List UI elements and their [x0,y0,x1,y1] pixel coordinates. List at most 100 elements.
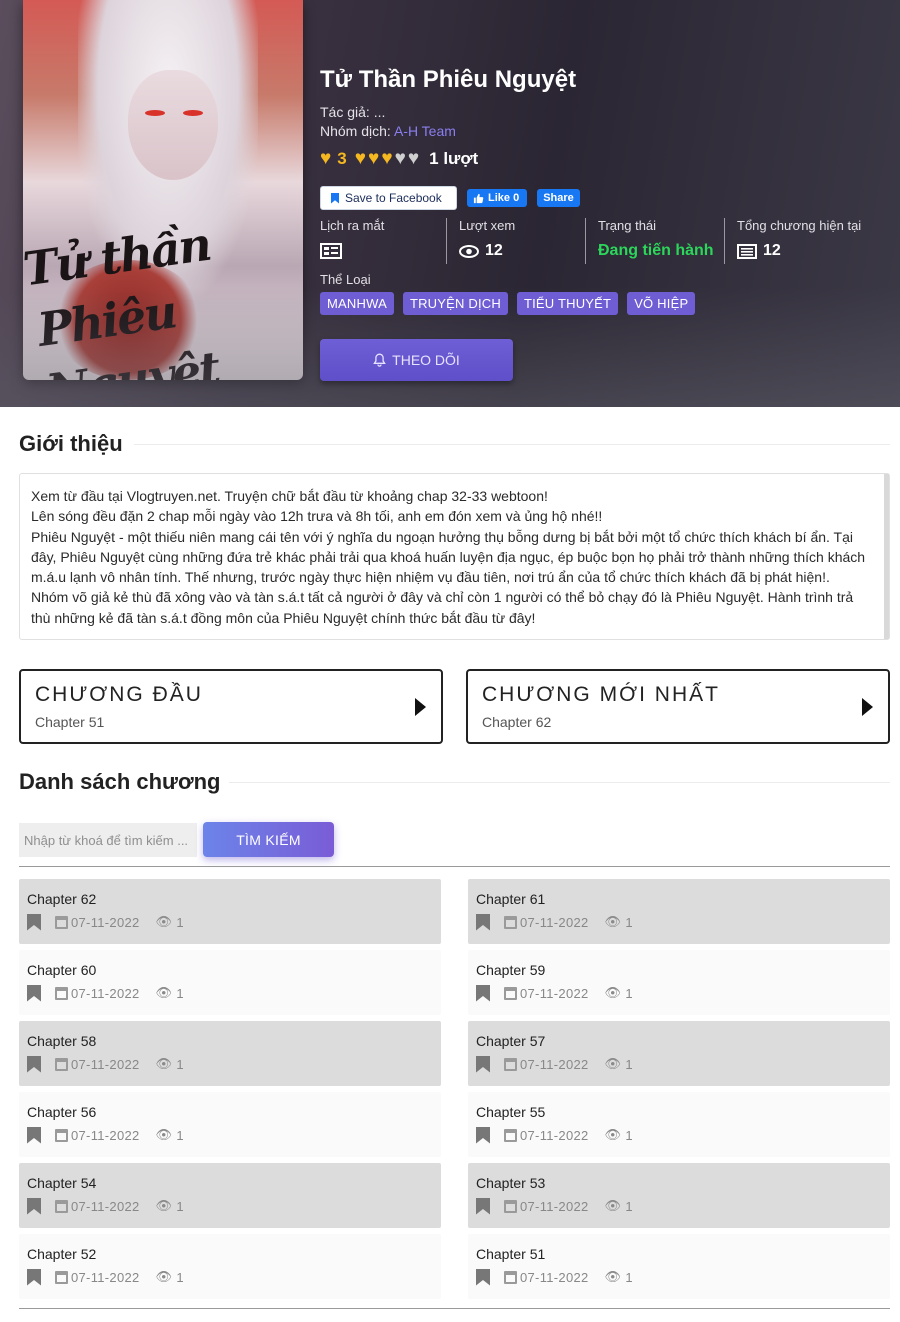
chapter-item[interactable]: Chapter 53 07-11-2022 👁 1 [468,1163,890,1228]
genre-tag[interactable]: TRUYỆN DỊCH [402,292,508,315]
heart-filled-icon[interactable]: ♥ [355,149,366,169]
chapter-meta: 07-11-2022 👁 1 [27,1124,441,1146]
cover-art-eye [183,110,203,116]
chapter-search-input[interactable] [19,823,197,857]
chapter-name: Chapter 56 [27,1104,97,1120]
chapter-date: 07-11-2022 [520,1127,589,1143]
chapter-item[interactable]: Chapter 57 07-11-2022 👁 1 [468,1021,890,1086]
latest-chapter-button[interactable]: CHƯƠNG MỚI NHẤT Chapter 62 [466,669,890,744]
chapter-date: 07-11-2022 [520,1198,589,1214]
follow-button[interactable]: THEO DÕI [320,339,513,381]
chapter-item[interactable]: Chapter 60 07-11-2022 👁 1 [19,950,441,1015]
total-chapters-count: 12 [763,242,781,259]
calendar-icon [55,986,68,1000]
facebook-like-label: Like 0 [488,192,520,204]
chapter-item[interactable]: Chapter 59 07-11-2022 👁 1 [468,950,890,1015]
cover-calligraphy-title: Tử thần Phiêu Nguyệt [23,216,222,380]
chapter-list: Chapter 62 07-11-2022 👁 1 Chapter 61 07-… [19,879,890,1299]
chapter-item[interactable]: Chapter 54 07-11-2022 👁 1 [19,1163,441,1228]
bookmark-icon[interactable] [27,1268,41,1286]
stat-total-chapters: Tổng chương hiện tại 12 [724,218,863,264]
chapter-views: 1 [176,1269,184,1285]
bookmark-icon[interactable] [476,984,490,1002]
genre-tag[interactable]: VÕ HIỆP [627,292,696,315]
genre-tag[interactable]: MANHWA [320,292,394,315]
chapter-meta: 07-11-2022 👁 1 [476,1266,890,1288]
calendar-icon [504,1057,517,1071]
intro-line: Xem từ đầu tại Vlogtruyen.net. Truyện ch… [31,488,548,504]
translator-line: Nhóm dịch: A-H Team [320,123,456,139]
bookmark-icon[interactable] [476,1055,490,1073]
bookmark-icon [331,192,339,204]
genre-tag[interactable]: TIỂU THUYẾT [516,292,619,315]
chapter-name: Chapter 62 [27,891,97,907]
chapter-views: 1 [176,1056,184,1072]
bookmark-icon[interactable] [27,1126,41,1144]
chapter-meta: 07-11-2022 👁 1 [476,1124,890,1146]
eye-icon: 👁 [155,1198,173,1213]
eye-icon: 👁 [604,914,622,929]
stat-label: Tổng chương hiện tại [737,218,862,233]
chapter-item[interactable]: Chapter 62 07-11-2022 👁 1 [19,879,441,944]
calendar-icon [55,1128,68,1142]
bookmark-icon[interactable] [476,1268,490,1286]
eye-icon [459,244,479,258]
save-to-facebook-button[interactable]: Save to Facebook [320,186,457,210]
chapter-views: 1 [625,914,633,930]
stat-value: 12 [737,238,863,264]
heart-empty-icon[interactable]: ♥ [395,149,406,169]
divider [19,1308,890,1309]
manga-title: Tử Thần Phiêu Nguyệt [320,66,577,93]
intro-line: Lên sóng đều đặn 2 chap mỗi ngày vào 12h… [31,508,603,525]
facebook-share-button[interactable]: Share [537,189,580,207]
list-icon [737,243,757,259]
calendar-icon [504,1128,517,1142]
chapter-views: 1 [625,985,633,1001]
chapter-meta: 07-11-2022 👁 1 [27,1266,441,1288]
first-chapter-name: Chapter 51 [35,714,105,730]
manga-hero: Tử thần Phiêu Nguyệt Tử Thần Phiêu Nguyệ… [0,0,900,407]
bookmark-icon[interactable] [27,1197,41,1215]
translator-group-link[interactable]: A-H Team [394,123,456,139]
chapter-name: Chapter 54 [27,1175,97,1191]
chapter-views: 1 [625,1198,633,1214]
stat-release-schedule: Lịch ra mắt [320,218,446,264]
chapter-name: Chapter 53 [476,1175,546,1191]
eye-icon: 👁 [604,1198,622,1213]
latest-chapter-name: Chapter 62 [482,714,552,730]
bookmark-icon[interactable] [476,1126,490,1144]
chapter-views: 1 [176,1127,184,1143]
chapter-search-button[interactable]: TÌM KIẾM [203,822,334,857]
heart-filled-icon[interactable]: ♥ [381,149,392,169]
bookmark-icon[interactable] [27,1055,41,1073]
chapter-date: 07-11-2022 [520,1269,589,1285]
bookmark-icon[interactable] [27,984,41,1002]
chapter-views: 1 [625,1269,633,1285]
bookmark-icon[interactable] [476,913,490,931]
first-chapter-button[interactable]: CHƯƠNG ĐẦU Chapter 51 [19,669,443,744]
calendar-icon [55,1270,68,1284]
stat-value: 12 [459,238,585,264]
chapter-item[interactable]: Chapter 52 07-11-2022 👁 1 [19,1234,441,1299]
eye-icon: 👁 [155,1056,173,1071]
caret-right-icon [415,698,426,716]
chapter-item[interactable]: Chapter 56 07-11-2022 👁 1 [19,1092,441,1157]
bookmark-icon[interactable] [27,913,41,931]
bookmark-icon[interactable] [476,1197,490,1215]
chapter-item[interactable]: Chapter 58 07-11-2022 👁 1 [19,1021,441,1086]
chapter-name: Chapter 60 [27,962,97,978]
calendar-icon [504,986,517,1000]
chapter-meta: 07-11-2022 👁 1 [476,982,890,1004]
stat-value [320,238,446,264]
chapter-meta: 07-11-2022 👁 1 [27,1195,441,1217]
chapter-item[interactable]: Chapter 61 07-11-2022 👁 1 [468,879,890,944]
facebook-like-button[interactable]: Like 0 [467,189,527,207]
chapter-name: Chapter 52 [27,1246,97,1262]
heart-filled-icon[interactable]: ♥ [368,149,379,169]
heart-empty-icon[interactable]: ♥ [408,149,419,169]
latest-chapter-heading: CHƯƠNG MỚI NHẤT [482,683,720,706]
chapter-item[interactable]: Chapter 51 07-11-2022 👁 1 [468,1234,890,1299]
cover-image[interactable]: Tử thần Phiêu Nguyệt [23,0,303,380]
chapter-item[interactable]: Chapter 55 07-11-2022 👁 1 [468,1092,890,1157]
chapter-views: 1 [176,985,184,1001]
